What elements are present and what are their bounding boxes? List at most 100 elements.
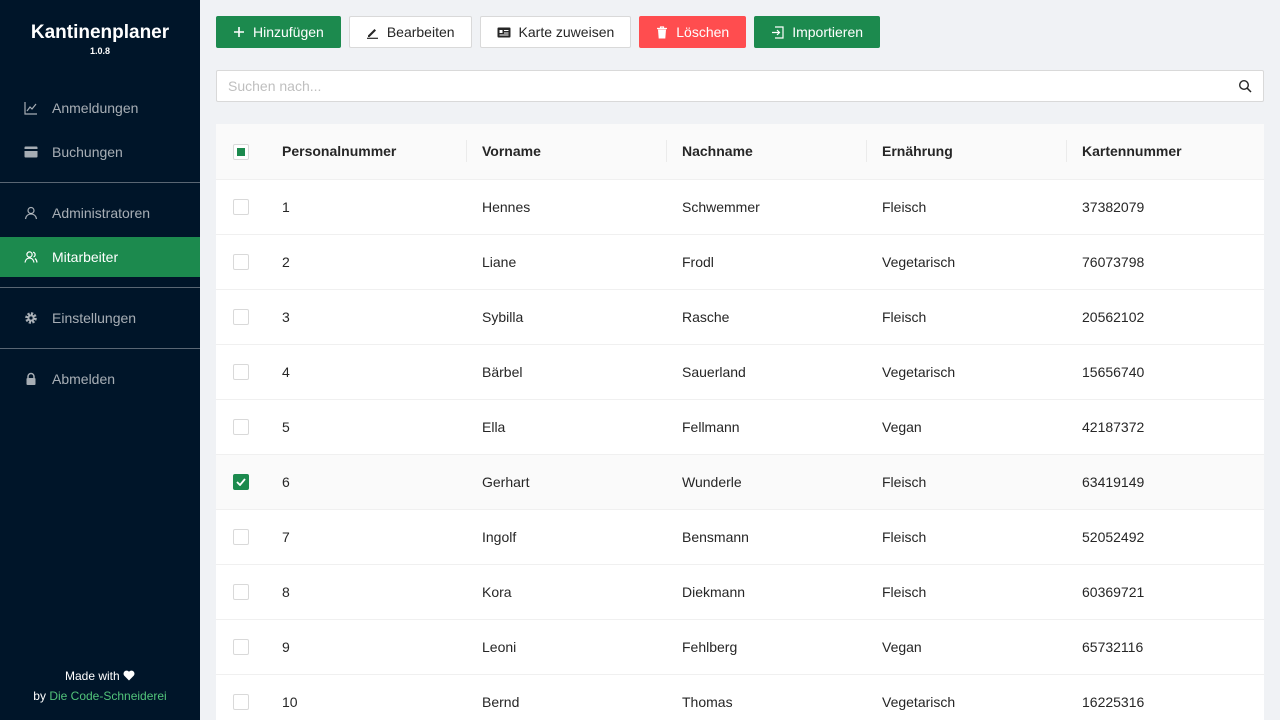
footer-made-with: Made with: [64, 669, 120, 683]
cell-ernaehrung: Fleisch: [866, 289, 1066, 345]
import-button[interactable]: Importieren: [754, 16, 881, 48]
cell-ernaehrung: Vegetarisch: [866, 234, 1066, 290]
cell-kartennummer: 20562102: [1066, 289, 1264, 345]
row-checkbox[interactable]: [233, 529, 249, 546]
cell-nachname: Thomas: [666, 674, 866, 720]
gear-icon: [24, 311, 38, 325]
sidebar-item-label: Abmelden: [52, 371, 116, 387]
cell-ernaehrung: Vegan: [866, 399, 1066, 455]
cell-personalnummer: 4: [266, 344, 466, 400]
sidebar-item-label: Mitarbeiter: [52, 249, 119, 265]
row-checkbox[interactable]: [233, 694, 249, 711]
import-icon: [771, 25, 784, 39]
user-icon: [24, 206, 38, 220]
app-title: Kantinenplaner: [30, 22, 170, 43]
table-row[interactable]: 2 Liane Frodl Vegetarisch 76073798: [216, 234, 1264, 290]
table-header-row: Personalnummer Vorname Nachname Ernährun…: [216, 124, 1264, 180]
cell-personalnummer: 7: [266, 509, 466, 565]
cell-vorname: Kora: [466, 564, 666, 620]
table-row[interactable]: 10 Bernd Thomas Vegetarisch 16225316: [216, 674, 1264, 720]
row-checkbox[interactable]: [233, 639, 249, 656]
search-icon[interactable]: [1227, 79, 1263, 93]
footer-by: by: [33, 689, 46, 703]
cell-nachname: Wunderle: [666, 454, 866, 510]
nav-divider: [0, 182, 200, 183]
row-checkbox[interactable]: [233, 474, 249, 491]
plus-icon: [233, 26, 245, 38]
cell-kartennummer: 52052492: [1066, 509, 1264, 565]
cell-nachname: Fellmann: [666, 399, 866, 455]
sidebar-item-label: Administratoren: [52, 205, 151, 221]
row-checkbox[interactable]: [233, 364, 249, 381]
row-checkbox[interactable]: [233, 254, 249, 271]
cell-kartennummer: 65732116: [1066, 619, 1264, 675]
cell-nachname: Sauerland: [666, 344, 866, 400]
table-row[interactable]: 4 Bärbel Sauerland Vegetarisch 15656740: [216, 344, 1264, 400]
select-all-cell: [216, 124, 266, 180]
cell-kartennummer: 76073798: [1066, 234, 1264, 290]
sidebar-item-mitarbeiter[interactable]: Mitarbeiter: [0, 237, 200, 277]
edit-button[interactable]: Bearbeiten: [348, 16, 472, 48]
cell-personalnummer: 1: [266, 179, 466, 235]
cell-personalnummer: 6: [266, 454, 466, 510]
line-chart-icon: [24, 101, 38, 115]
sidebar-item-abmelden[interactable]: Abmelden: [0, 359, 200, 399]
cell-personalnummer: 8: [266, 564, 466, 620]
row-checkbox[interactable]: [233, 309, 249, 326]
cell-vorname: Bärbel: [466, 344, 666, 400]
table-row[interactable]: 7 Ingolf Bensmann Fleisch 52052492: [216, 509, 1264, 565]
column-header-nachname[interactable]: Nachname: [666, 124, 866, 180]
id-card-icon: [497, 27, 511, 38]
table-row[interactable]: 1 Hennes Schwemmer Fleisch 37382079: [216, 179, 1264, 235]
sidebar: Kantinenplaner 1.0.8 Anmeldungen Buchung…: [0, 0, 200, 720]
company-link[interactable]: Die Code-Schneiderei: [49, 689, 166, 703]
cell-kartennummer: 37382079: [1066, 179, 1264, 235]
cell-kartennummer: 42187372: [1066, 399, 1264, 455]
edit-button-label: Bearbeiten: [386, 24, 455, 40]
heart-icon: [123, 669, 135, 683]
assign-card-button[interactable]: Karte zuweisen: [479, 16, 632, 48]
credit-card-icon: [24, 145, 38, 159]
table-row[interactable]: 9 Leoni Fehlberg Vegan 65732116: [216, 619, 1264, 675]
app-version: 1.0.8: [89, 46, 111, 56]
cell-vorname: Sybilla: [466, 289, 666, 345]
sidebar-footer: Made with by Die Code-Schneiderei: [0, 666, 200, 706]
select-all-checkbox[interactable]: [233, 143, 249, 160]
sidebar-item-einstellungen[interactable]: Einstellungen: [0, 298, 200, 338]
cell-nachname: Rasche: [666, 289, 866, 345]
table-row[interactable]: 3 Sybilla Rasche Fleisch 20562102: [216, 289, 1264, 345]
sidebar-item-anmeldungen[interactable]: Anmeldungen: [0, 88, 200, 128]
sidebar-item-label: Buchungen: [52, 144, 123, 160]
row-checkbox[interactable]: [233, 199, 249, 216]
nav-divider: [0, 348, 200, 349]
table-row[interactable]: 6 Gerhart Wunderle Fleisch 63419149: [216, 454, 1264, 510]
table-row[interactable]: 5 Ella Fellmann Vegan 42187372: [216, 399, 1264, 455]
column-header-ernaehrung[interactable]: Ernährung: [866, 124, 1066, 180]
row-checkbox[interactable]: [233, 584, 249, 601]
column-header-kartennummer[interactable]: Kartennummer: [1066, 124, 1264, 180]
cell-vorname: Liane: [466, 234, 666, 290]
column-header-personalnummer[interactable]: Personalnummer: [266, 124, 466, 180]
sidebar-item-label: Einstellungen: [52, 310, 137, 326]
nav-divider: [0, 287, 200, 288]
table-row[interactable]: 8 Kora Diekmann Fleisch 60369721: [216, 564, 1264, 620]
delete-button[interactable]: Löschen: [639, 16, 747, 48]
edit-icon: [366, 26, 379, 39]
sidebar-item-buchungen[interactable]: Buchungen: [0, 132, 200, 172]
delete-button-label: Löschen: [676, 24, 730, 40]
cell-kartennummer: 60369721: [1066, 564, 1264, 620]
cell-ernaehrung: Vegan: [866, 619, 1066, 675]
search-input[interactable]: [217, 71, 1227, 101]
assign-card-button-label: Karte zuweisen: [518, 24, 615, 40]
cell-personalnummer: 10: [266, 674, 466, 720]
cell-personalnummer: 5: [266, 399, 466, 455]
add-button[interactable]: Hinzufügen: [216, 16, 341, 48]
cell-vorname: Ella: [466, 399, 666, 455]
check-icon: [236, 478, 246, 487]
cell-kartennummer: 16225316: [1066, 674, 1264, 720]
trash-icon: [656, 25, 668, 39]
column-header-vorname[interactable]: Vorname: [466, 124, 666, 180]
cell-kartennummer: 63419149: [1066, 454, 1264, 510]
sidebar-item-administratoren[interactable]: Administratoren: [0, 193, 200, 233]
row-checkbox[interactable]: [233, 419, 249, 436]
